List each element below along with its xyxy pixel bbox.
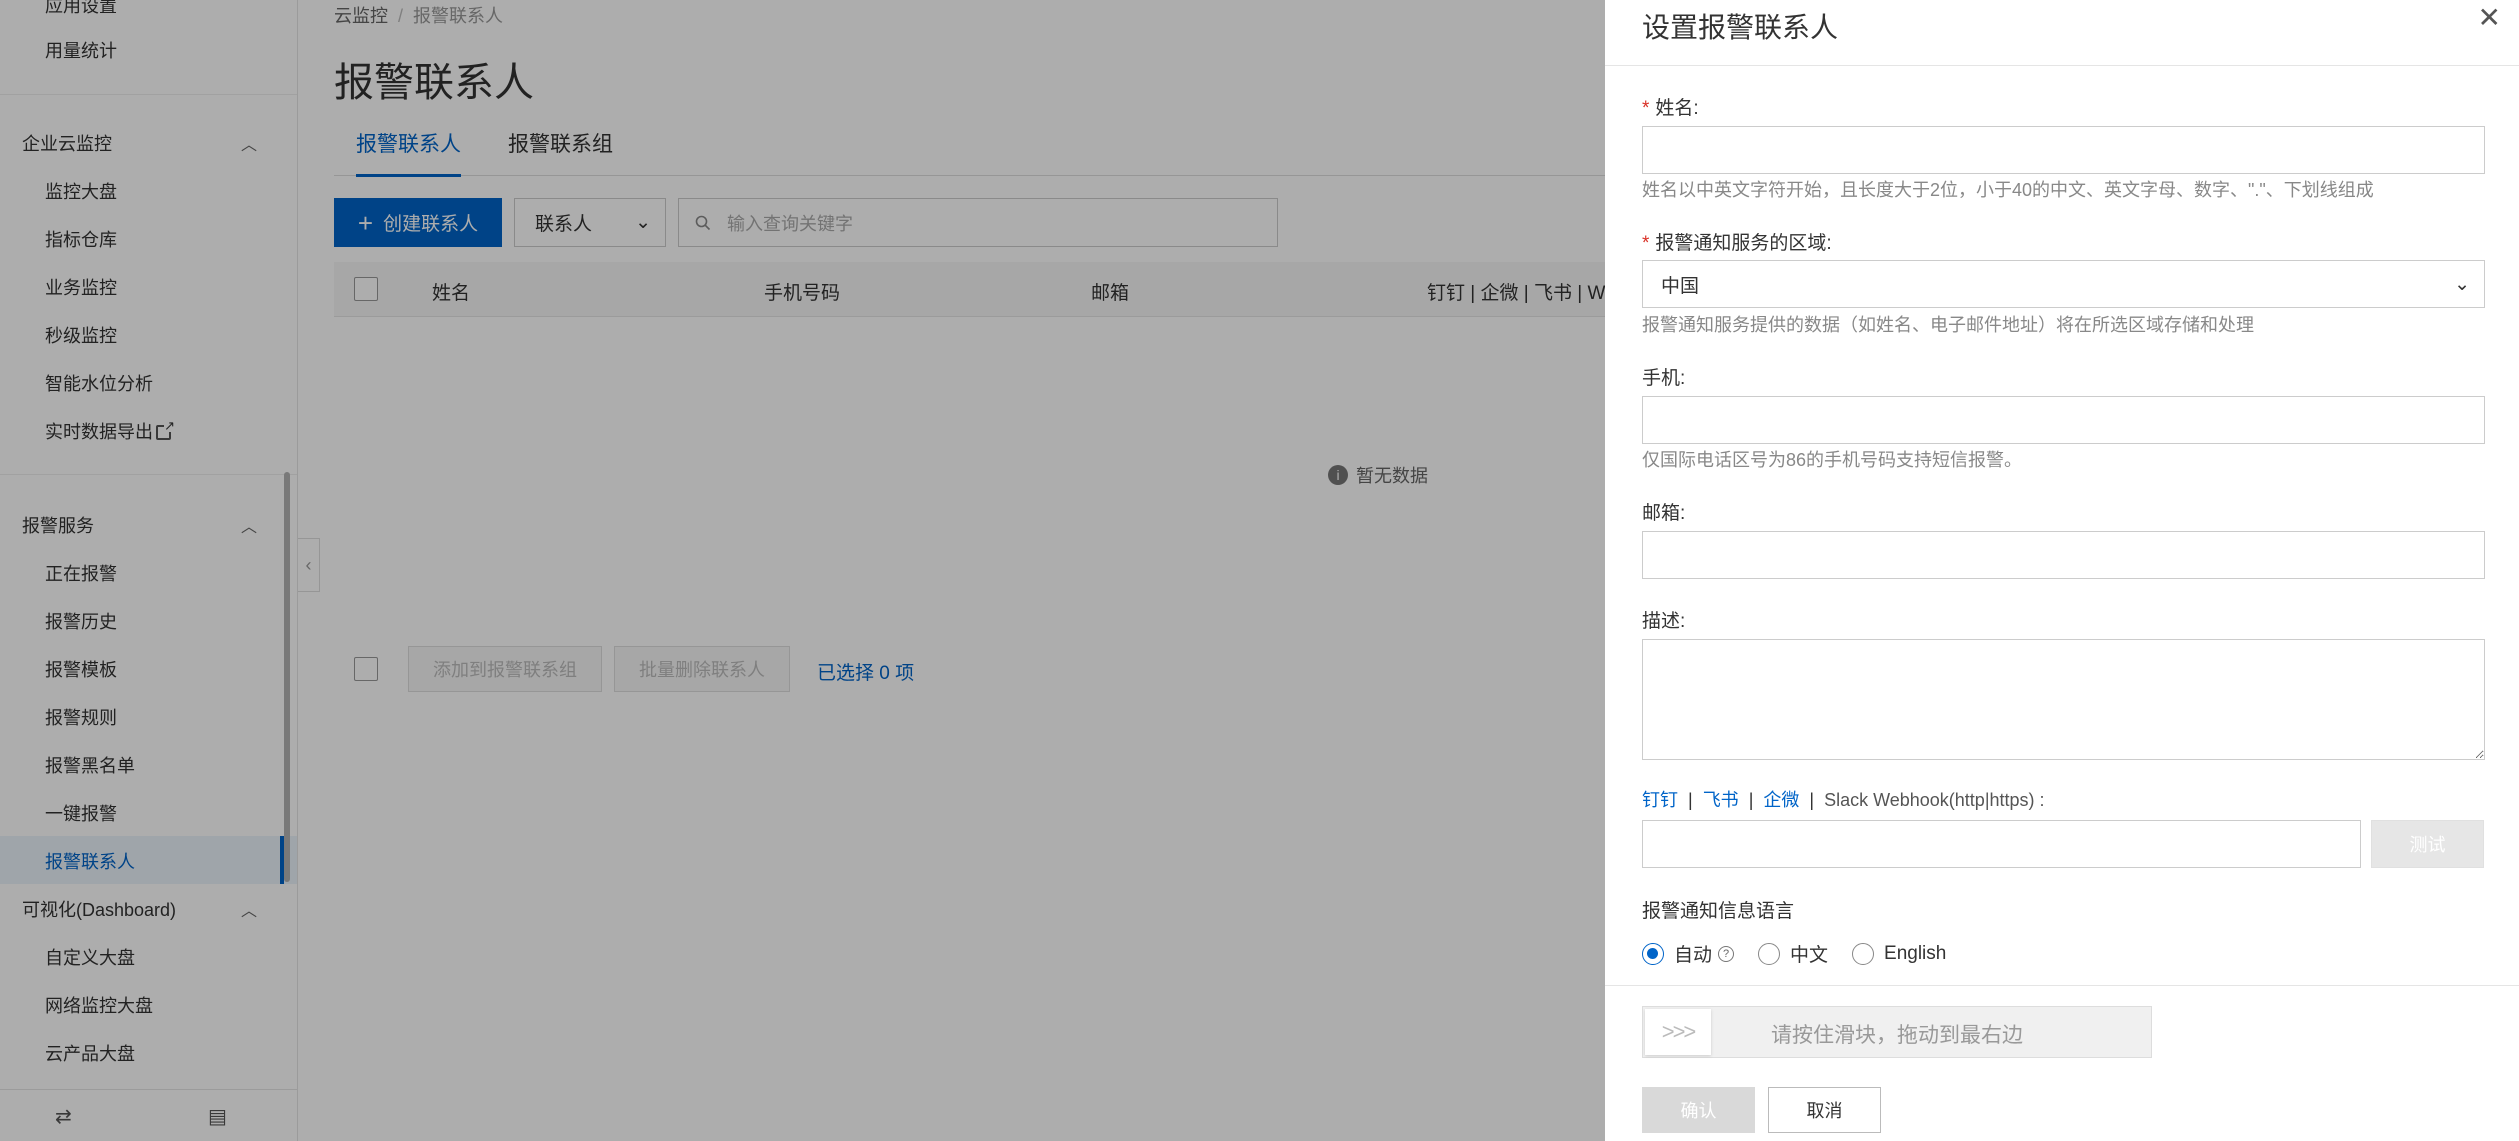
feishu-link[interactable]: 飞书 xyxy=(1703,790,1739,810)
dingtalk-link[interactable]: 钉钉 xyxy=(1642,790,1678,810)
name-field[interactable] xyxy=(1642,126,2485,174)
language-option-auto[interactable]: 自动? xyxy=(1642,940,1735,967)
radio-auto[interactable] xyxy=(1642,942,1664,965)
slider-handle[interactable]: >>> xyxy=(1645,1009,1711,1055)
language-radio-group: 自动? 中文 English xyxy=(1642,940,1970,967)
modal-overlay[interactable] xyxy=(0,0,1605,1141)
cancel-button[interactable]: 取消 xyxy=(1768,1087,1881,1133)
required-mark: * xyxy=(1642,98,1650,119)
confirm-button[interactable]: 确认 xyxy=(1642,1087,1755,1133)
chevron-down-icon: ⌄ xyxy=(2454,273,2470,295)
phone-help: 仅国际电话区号为86的手机号码支持短信报警。 xyxy=(1642,450,2023,470)
drawer-header: 设置报警联系人 ✕ xyxy=(1605,0,2519,66)
region-label: * 报警通知服务的区域: xyxy=(1642,228,1832,255)
slider-hint: 请按住滑块，拖动到最右边 xyxy=(1771,1024,2023,1047)
webhook-label: 钉钉 | 飞书 | 企微 | Slack Webhook(http|https) : xyxy=(1642,786,2045,812)
captcha-slider: >>> 请按住滑块，拖动到最右边 xyxy=(1642,1006,2152,1058)
separator: | xyxy=(1748,790,1754,810)
region-label-text: 报警通知服务的区域: xyxy=(1655,233,1832,254)
email-field[interactable] xyxy=(1642,531,2485,579)
radio-label-english: English xyxy=(1884,942,1947,964)
webhook-field[interactable] xyxy=(1642,820,2361,868)
phone-label: 手机: xyxy=(1642,368,1686,389)
contact-drawer: 设置报警联系人 ✕ * 姓名: 姓名以中英文字符开始，且长度大于2位，小于40的中… xyxy=(1605,0,2519,1141)
language-option-chinese[interactable]: 中文 xyxy=(1758,940,1828,967)
drawer-footer-divider xyxy=(1605,985,2519,986)
description-label: 描述: xyxy=(1642,611,1686,632)
region-select[interactable]: 中国 ⌄ xyxy=(1642,260,2485,308)
wecom-link[interactable]: 企微 xyxy=(1763,790,1799,810)
webhook-label-text: Slack Webhook(http|https) : xyxy=(1824,790,2045,810)
separator: | xyxy=(1688,790,1693,810)
radio-label-chinese: 中文 xyxy=(1790,945,1829,966)
name-help: 姓名以中英文字符开始，且长度大于2位，小于40的中文、英文字母、数字、"."、下… xyxy=(1642,180,2374,200)
language-label: 报警通知信息语言 xyxy=(1642,901,1795,922)
radio-label-auto: 自动 xyxy=(1674,945,1713,966)
name-label-text: 姓名: xyxy=(1655,98,1699,119)
region-help: 报警通知服务提供的数据（如姓名、电子邮件地址）将在所选区域存储和处理 xyxy=(1642,315,2254,335)
close-icon[interactable]: ✕ xyxy=(2478,4,2501,32)
phone-field[interactable] xyxy=(1642,396,2485,444)
region-select-value: 中国 xyxy=(1661,275,1700,297)
separator: | xyxy=(1809,790,1815,810)
question-icon[interactable]: ? xyxy=(1718,945,1735,962)
radio-chinese[interactable] xyxy=(1758,942,1781,965)
drawer-title: 设置报警联系人 xyxy=(1642,12,1839,43)
language-option-english[interactable]: English xyxy=(1852,942,1947,965)
required-mark: * xyxy=(1642,233,1650,254)
description-field[interactable] xyxy=(1642,639,2485,760)
name-label: * 姓名: xyxy=(1642,93,1699,120)
email-label: 邮箱: xyxy=(1642,503,1686,524)
test-button[interactable]: 测试 xyxy=(2371,820,2484,868)
radio-english[interactable] xyxy=(1852,942,1875,965)
